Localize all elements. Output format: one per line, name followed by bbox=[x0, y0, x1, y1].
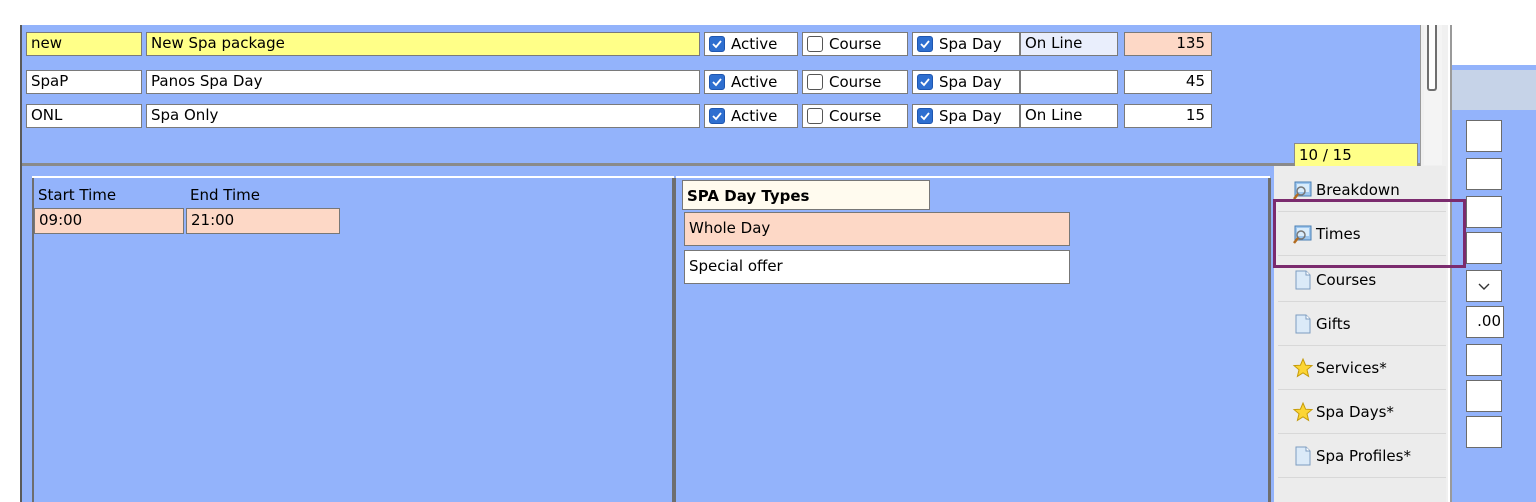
checkbox-checked-icon bbox=[917, 74, 933, 90]
checkbox-unchecked-icon bbox=[807, 36, 823, 52]
amount-text: .00 bbox=[1477, 312, 1501, 330]
spa-day-label: Spa Day bbox=[939, 107, 1002, 125]
gifts-button[interactable]: Gifts bbox=[1278, 302, 1446, 346]
row-code[interactable]: new bbox=[26, 32, 142, 56]
far-right-header bbox=[1452, 25, 1536, 65]
document-icon bbox=[1292, 313, 1314, 335]
far-right-field[interactable] bbox=[1466, 120, 1502, 152]
active-checkbox[interactable]: Active bbox=[704, 104, 798, 128]
search-doc-icon bbox=[1292, 179, 1314, 201]
row-name[interactable]: New Spa package bbox=[146, 32, 700, 56]
services-button[interactable]: Services* bbox=[1278, 346, 1446, 390]
course-checkbox[interactable]: Course bbox=[802, 70, 908, 94]
code-text: SpaP bbox=[31, 72, 69, 90]
active-checkbox[interactable]: Active bbox=[704, 32, 798, 56]
row-value[interactable]: 45 bbox=[1124, 70, 1212, 94]
spa-day-checkbox[interactable]: Spa Day bbox=[912, 70, 1020, 94]
button-label: Gifts bbox=[1316, 314, 1351, 333]
course-label: Course bbox=[829, 107, 882, 125]
row-code[interactable]: ONL bbox=[26, 104, 142, 128]
spa-day-types-header[interactable]: SPA Day Types bbox=[682, 180, 930, 210]
far-right-amount[interactable]: .00 bbox=[1466, 306, 1504, 338]
divider bbox=[32, 176, 674, 178]
course-label: Course bbox=[829, 73, 882, 91]
divider bbox=[676, 176, 1270, 178]
name-text: Spa Only bbox=[151, 106, 219, 124]
end-time-label: End Time bbox=[190, 186, 260, 204]
divider bbox=[672, 178, 676, 502]
star-icon bbox=[1292, 401, 1314, 423]
spa-day-label: Spa Day bbox=[939, 35, 1002, 53]
code-text: new bbox=[31, 34, 63, 52]
spa-day-label: Spa Day bbox=[939, 73, 1002, 91]
end-time-value: 21:00 bbox=[191, 211, 235, 229]
far-right-subheader bbox=[1452, 70, 1536, 110]
checkbox-unchecked-icon bbox=[807, 74, 823, 90]
button-label: Breakdown bbox=[1316, 180, 1400, 199]
divider bbox=[1268, 178, 1271, 502]
start-time-value: 09:00 bbox=[39, 211, 83, 229]
star-icon bbox=[1292, 357, 1314, 379]
scrollbar-thumb[interactable] bbox=[1427, 25, 1437, 91]
button-label: Spa Days* bbox=[1316, 402, 1394, 421]
document-icon bbox=[1292, 269, 1314, 291]
document-icon bbox=[1292, 445, 1314, 467]
button-label: Courses bbox=[1316, 270, 1377, 289]
checkbox-checked-icon bbox=[917, 108, 933, 124]
checkbox-checked-icon bbox=[709, 108, 725, 124]
row-channel[interactable]: On Line bbox=[1020, 104, 1118, 128]
far-right-field[interactable] bbox=[1466, 196, 1502, 228]
button-label: Services* bbox=[1316, 358, 1387, 377]
list-item-label: Special offer bbox=[689, 257, 783, 275]
button-label: Spa Profiles* bbox=[1316, 446, 1411, 465]
spa-day-types-title: SPA Day Types bbox=[687, 187, 810, 205]
spa-day-checkbox[interactable]: Spa Day bbox=[912, 104, 1020, 128]
row-value[interactable]: 135 bbox=[1124, 32, 1212, 56]
times-selection-highlight bbox=[1273, 199, 1466, 268]
list-item-label: Whole Day bbox=[689, 219, 771, 237]
active-label: Active bbox=[731, 35, 778, 53]
list-item[interactable]: Whole Day bbox=[684, 212, 1070, 246]
course-label: Course bbox=[829, 35, 882, 53]
far-right-field[interactable] bbox=[1466, 232, 1502, 264]
active-checkbox[interactable]: Active bbox=[704, 70, 798, 94]
far-right-field[interactable] bbox=[1466, 158, 1502, 190]
counter-text: 10 / 15 bbox=[1299, 146, 1352, 164]
active-label: Active bbox=[731, 73, 778, 91]
row-code[interactable]: SpaP bbox=[26, 70, 142, 94]
start-time-field[interactable]: 09:00 bbox=[34, 208, 184, 234]
code-text: ONL bbox=[31, 106, 63, 124]
checkbox-unchecked-icon bbox=[807, 108, 823, 124]
row-channel[interactable]: On Line bbox=[1020, 32, 1118, 56]
row-name[interactable]: Spa Only bbox=[146, 104, 700, 128]
value-text: 45 bbox=[1185, 72, 1205, 90]
checkbox-checked-icon bbox=[917, 36, 933, 52]
name-text: Panos Spa Day bbox=[151, 72, 263, 90]
spa-days-button[interactable]: Spa Days* bbox=[1278, 390, 1446, 434]
chevron-down-icon bbox=[1477, 277, 1491, 295]
far-right-dropdown[interactable] bbox=[1466, 270, 1502, 302]
channel-text: On Line bbox=[1025, 106, 1083, 124]
row-name[interactable]: Panos Spa Day bbox=[146, 70, 700, 94]
channel-text: On Line bbox=[1025, 34, 1083, 52]
far-right-field[interactable] bbox=[1466, 344, 1502, 376]
start-time-label: Start Time bbox=[38, 186, 117, 204]
row-channel[interactable] bbox=[1020, 70, 1118, 94]
end-time-field[interactable]: 21:00 bbox=[186, 208, 340, 234]
record-counter: 10 / 15 bbox=[1294, 143, 1418, 167]
checkbox-checked-icon bbox=[709, 74, 725, 90]
list-item[interactable]: Special offer bbox=[684, 250, 1070, 284]
course-checkbox[interactable]: Course bbox=[802, 32, 908, 56]
far-right-field[interactable] bbox=[1466, 416, 1502, 448]
name-text: New Spa package bbox=[151, 34, 285, 52]
spa-profiles-button[interactable]: Spa Profiles* bbox=[1278, 434, 1446, 478]
course-checkbox[interactable]: Course bbox=[802, 104, 908, 128]
value-text: 135 bbox=[1176, 34, 1205, 52]
checkbox-checked-icon bbox=[709, 36, 725, 52]
far-right-field[interactable] bbox=[1466, 380, 1502, 412]
value-text: 15 bbox=[1185, 106, 1205, 124]
active-label: Active bbox=[731, 107, 778, 125]
spa-day-checkbox[interactable]: Spa Day bbox=[912, 32, 1020, 56]
row-value[interactable]: 15 bbox=[1124, 104, 1212, 128]
